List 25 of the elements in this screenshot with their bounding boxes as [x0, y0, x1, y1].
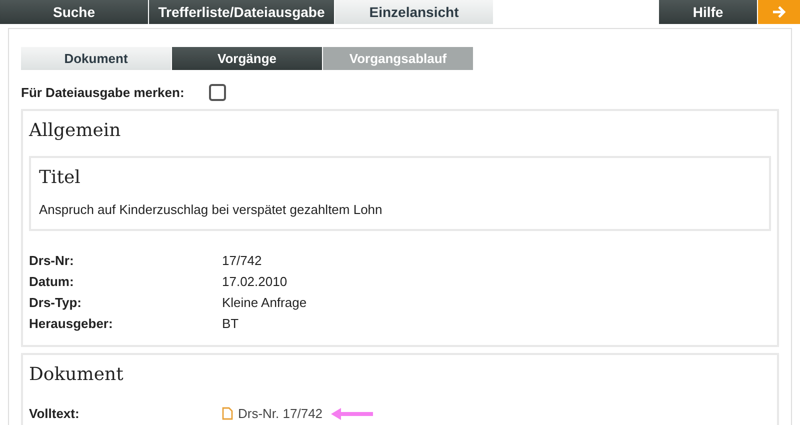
field-value: 17.02.2010 — [222, 273, 288, 291]
document-icon — [222, 407, 233, 420]
document-link[interactable]: Drs-Nr. 17/742 — [238, 404, 323, 424]
help-tab[interactable]: Hilfe — [659, 0, 757, 24]
arrow-left-icon — [330, 408, 373, 420]
nav-tab[interactable]: Trefferliste/Dateiausgabe — [149, 0, 334, 24]
checkbox-label: Für Dateiausgabe merken: — [21, 84, 184, 102]
arrow-right-icon — [772, 5, 786, 19]
field-value: BT — [222, 315, 239, 333]
field-value: Kleine Anfrage — [222, 294, 307, 312]
checkbox[interactable] — [209, 84, 226, 102]
field-label: Volltext: — [29, 405, 80, 423]
field-value: 17/742 — [222, 252, 262, 270]
nav-tab[interactable]: Einzelansicht — [335, 0, 493, 24]
sub-tab[interactable]: Vorgänge — [172, 47, 322, 70]
field-label: Drs-Typ: — [29, 294, 82, 312]
section-heading: Titel — [39, 166, 82, 190]
title-text: Anspruch auf Kinderzuschlag bei verspätet gezahltem Lohn — [39, 200, 384, 219]
nav-tab[interactable]: Suche — [0, 0, 148, 24]
field-label: Drs-Nr: — [29, 252, 75, 270]
field-label: Datum: — [29, 273, 75, 291]
sub-tab[interactable]: Dokument — [21, 47, 171, 70]
section-heading: Allgemein — [29, 118, 122, 142]
section-heading: Dokument — [29, 363, 124, 387]
field-label: Herausgeber: — [29, 315, 114, 333]
